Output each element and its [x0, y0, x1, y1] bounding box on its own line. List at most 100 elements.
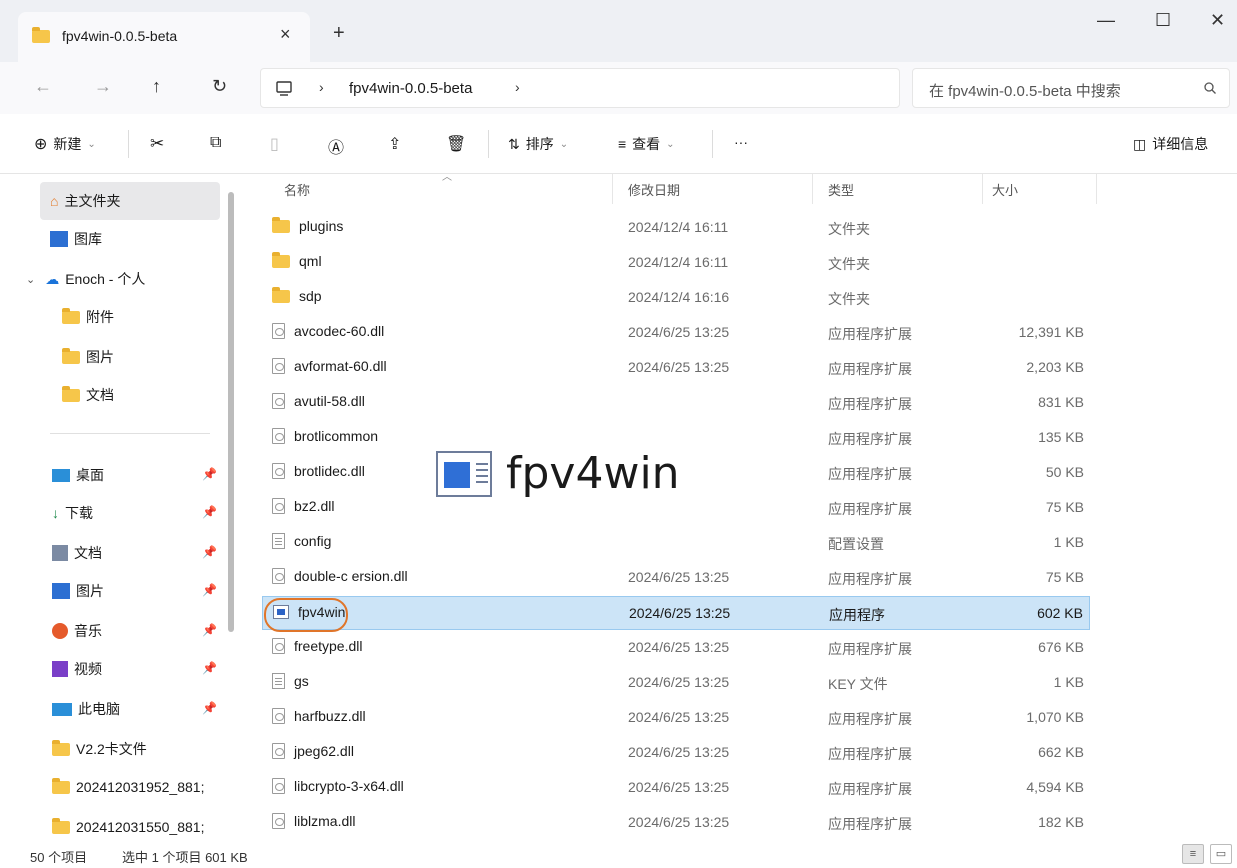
- details-view-button[interactable]: ≡: [1182, 844, 1204, 864]
- delete-button[interactable]: 🗑: [446, 134, 466, 154]
- folder-icon: [32, 27, 50, 43]
- sidebar-scrollbar[interactable]: [228, 192, 234, 632]
- refresh-icon[interactable]: ↻: [212, 76, 227, 97]
- file-icon: [272, 673, 285, 689]
- sidebar-item-home[interactable]: ⌂ 主文件夹: [40, 182, 220, 220]
- search-input[interactable]: 在 fpv4win-0.0.5-beta 中搜索: [912, 68, 1230, 108]
- tab-title: fpv4win-0.0.5-beta: [62, 28, 178, 44]
- download-icon: ↓: [52, 505, 59, 521]
- folder-icon: [62, 385, 80, 402]
- sidebar-item-desktop[interactable]: 桌面 📌: [52, 456, 272, 494]
- divider: [50, 433, 210, 434]
- file-date: 2024/6/25 13:25: [628, 674, 730, 690]
- file-name: harfbuzz.dll: [294, 708, 366, 724]
- rename-button[interactable]: Ⓐ: [328, 134, 344, 158]
- forward-icon[interactable]: →: [94, 76, 112, 97]
- new-tab-button[interactable]: +: [333, 22, 345, 45]
- pin-icon[interactable]: 📌: [202, 467, 217, 481]
- file-date: 2024/6/25 13:25: [628, 324, 730, 340]
- plus-circle-icon: ⊕: [34, 136, 48, 153]
- pin-icon[interactable]: 📌: [202, 701, 217, 715]
- close-button[interactable]: ✕: [1210, 10, 1225, 31]
- sort-button[interactable]: ⇅ 排序 ⌄: [508, 134, 568, 154]
- sidebar-item-gallery[interactable]: 图库: [50, 220, 270, 258]
- file-name: freetype.dll: [294, 638, 363, 654]
- column-header-name[interactable]: 名称: [284, 180, 310, 199]
- divider: [812, 174, 813, 204]
- file-date: 2024/6/25 13:25: [628, 709, 730, 725]
- file-date: 2024/6/25 13:25: [628, 639, 730, 655]
- tab-close-icon[interactable]: ×: [280, 24, 291, 45]
- column-header-date[interactable]: 修改日期: [628, 180, 680, 199]
- breadcrumb-folder[interactable]: fpv4win-0.0.5-beta: [349, 80, 472, 97]
- video-icon: [52, 661, 68, 677]
- sidebar-item-label: 下载: [65, 505, 93, 521]
- column-header-type[interactable]: 类型: [828, 180, 854, 199]
- folder-icon: [62, 347, 80, 364]
- pin-icon[interactable]: 📌: [202, 623, 217, 637]
- table-row[interactable]: fpv4win 2024/6/25 13:25 应用程序 602 KB: [262, 596, 1090, 630]
- dll-file-icon: [272, 743, 285, 759]
- table-row[interactable]: avutil-58.dll 应用程序扩展 831 KB: [262, 386, 1090, 420]
- pin-icon[interactable]: 📌: [202, 545, 217, 559]
- table-row[interactable]: libcrypto-3-x64.dll 2024/6/25 13:25 应用程序扩展…: [262, 771, 1090, 805]
- back-icon[interactable]: ←: [34, 76, 52, 97]
- table-row[interactable]: gs 2024/6/25 13:25 KEY 文件 1 KB: [262, 666, 1090, 700]
- table-row[interactable]: avformat-60.dll 2024/6/25 13:25 应用程序扩展 2,20…: [262, 351, 1090, 385]
- file-name-cell: sdp: [272, 286, 322, 304]
- breadcrumb-chevron-icon[interactable]: ›: [319, 79, 324, 95]
- file-name: plugins: [299, 218, 344, 234]
- up-icon[interactable]: ↑: [152, 76, 161, 97]
- new-button[interactable]: ⊕ 新建 ⌄: [34, 134, 96, 154]
- sidebar-item-videos[interactable]: 视频 📌: [52, 650, 272, 688]
- paste-button[interactable]: ▯: [270, 134, 279, 154]
- file-name-cell: avcodec-60.dll: [272, 323, 384, 339]
- file-name: gs: [294, 673, 309, 689]
- details-button[interactable]: ◫ 详细信息: [1133, 134, 1208, 154]
- copy-button[interactable]: ⧉: [210, 134, 221, 152]
- file-size: 676 KB: [1038, 639, 1084, 655]
- pin-icon[interactable]: 📌: [202, 505, 217, 519]
- column-header-size[interactable]: 大小: [992, 180, 1018, 199]
- home-icon: ⌂: [50, 193, 59, 209]
- cut-button[interactable]: ✂: [150, 134, 164, 154]
- sidebar-item-onedrive[interactable]: ⌄ ☁ Enoch - 个人: [26, 260, 246, 298]
- table-row[interactable]: avcodec-60.dll 2024/6/25 13:25 应用程序扩展 12,39…: [262, 316, 1090, 350]
- address-bar[interactable]: › fpv4win-0.0.5-beta ›: [260, 68, 900, 108]
- sidebar-item-music[interactable]: 音乐 📌: [52, 612, 272, 650]
- tab-fpv4win[interactable]: fpv4win-0.0.5-beta ×: [18, 12, 310, 62]
- sidebar-item-folder-1952[interactable]: 202412031952_881;: [52, 768, 272, 806]
- sidebar-item-documents[interactable]: 文档 📌: [52, 534, 272, 572]
- sidebar-item-this-pc[interactable]: 此电脑 📌: [52, 690, 272, 728]
- tiles-view-button[interactable]: ▭: [1210, 844, 1232, 864]
- sidebar-item-pictures[interactable]: 图片 📌: [52, 572, 272, 610]
- view-button[interactable]: ≡ 查看 ⌄: [618, 134, 675, 154]
- table-row[interactable]: qml 2024/12/4 16:11 文件夹: [262, 246, 1090, 280]
- file-name: brotlidec.dll: [294, 463, 365, 479]
- table-row[interactable]: harfbuzz.dll 2024/6/25 13:25 应用程序扩展 1,070 K…: [262, 701, 1090, 735]
- table-row[interactable]: config 配置设置 1 KB: [262, 526, 1090, 560]
- more-button[interactable]: ···: [734, 134, 748, 150]
- file-name: sdp: [299, 288, 322, 304]
- table-row[interactable]: freetype.dll 2024/6/25 13:25 应用程序扩展 676 KB: [262, 631, 1090, 665]
- pin-icon[interactable]: 📌: [202, 661, 217, 675]
- table-row[interactable]: plugins 2024/12/4 16:11 文件夹: [262, 211, 1090, 245]
- dll-file-icon: [272, 463, 285, 479]
- file-type: KEY 文件: [828, 676, 888, 692]
- minimize-button[interactable]: —: [1097, 10, 1115, 31]
- sidebar-item-v22[interactable]: V2.2卡文件: [52, 730, 272, 768]
- sidebar-item-downloads[interactable]: ↓ 下载 📌: [52, 494, 272, 532]
- file-size: 12,391 KB: [1018, 324, 1084, 340]
- pin-icon[interactable]: 📌: [202, 583, 217, 597]
- table-row[interactable]: jpeg62.dll 2024/6/25 13:25 应用程序扩展 662 KB: [262, 736, 1090, 770]
- breadcrumb-chevron-icon[interactable]: ›: [515, 79, 520, 95]
- share-button[interactable]: ⇪: [388, 134, 401, 154]
- maximize-button[interactable]: ☐: [1155, 10, 1171, 31]
- folder-icon: [52, 739, 70, 756]
- table-row[interactable]: liblzma.dll 2024/6/25 13:25 应用程序扩展 182 KB: [262, 806, 1090, 840]
- table-row[interactable]: sdp 2024/12/4 16:16 文件夹: [262, 281, 1090, 315]
- scissors-icon: ✂: [150, 134, 165, 153]
- table-row[interactable]: double-c ersion.dll 2024/6/25 13:25 应用程序扩展…: [262, 561, 1090, 595]
- details-pane-icon: ◫: [1133, 135, 1147, 152]
- sidebar-item-label: 视频: [74, 661, 102, 677]
